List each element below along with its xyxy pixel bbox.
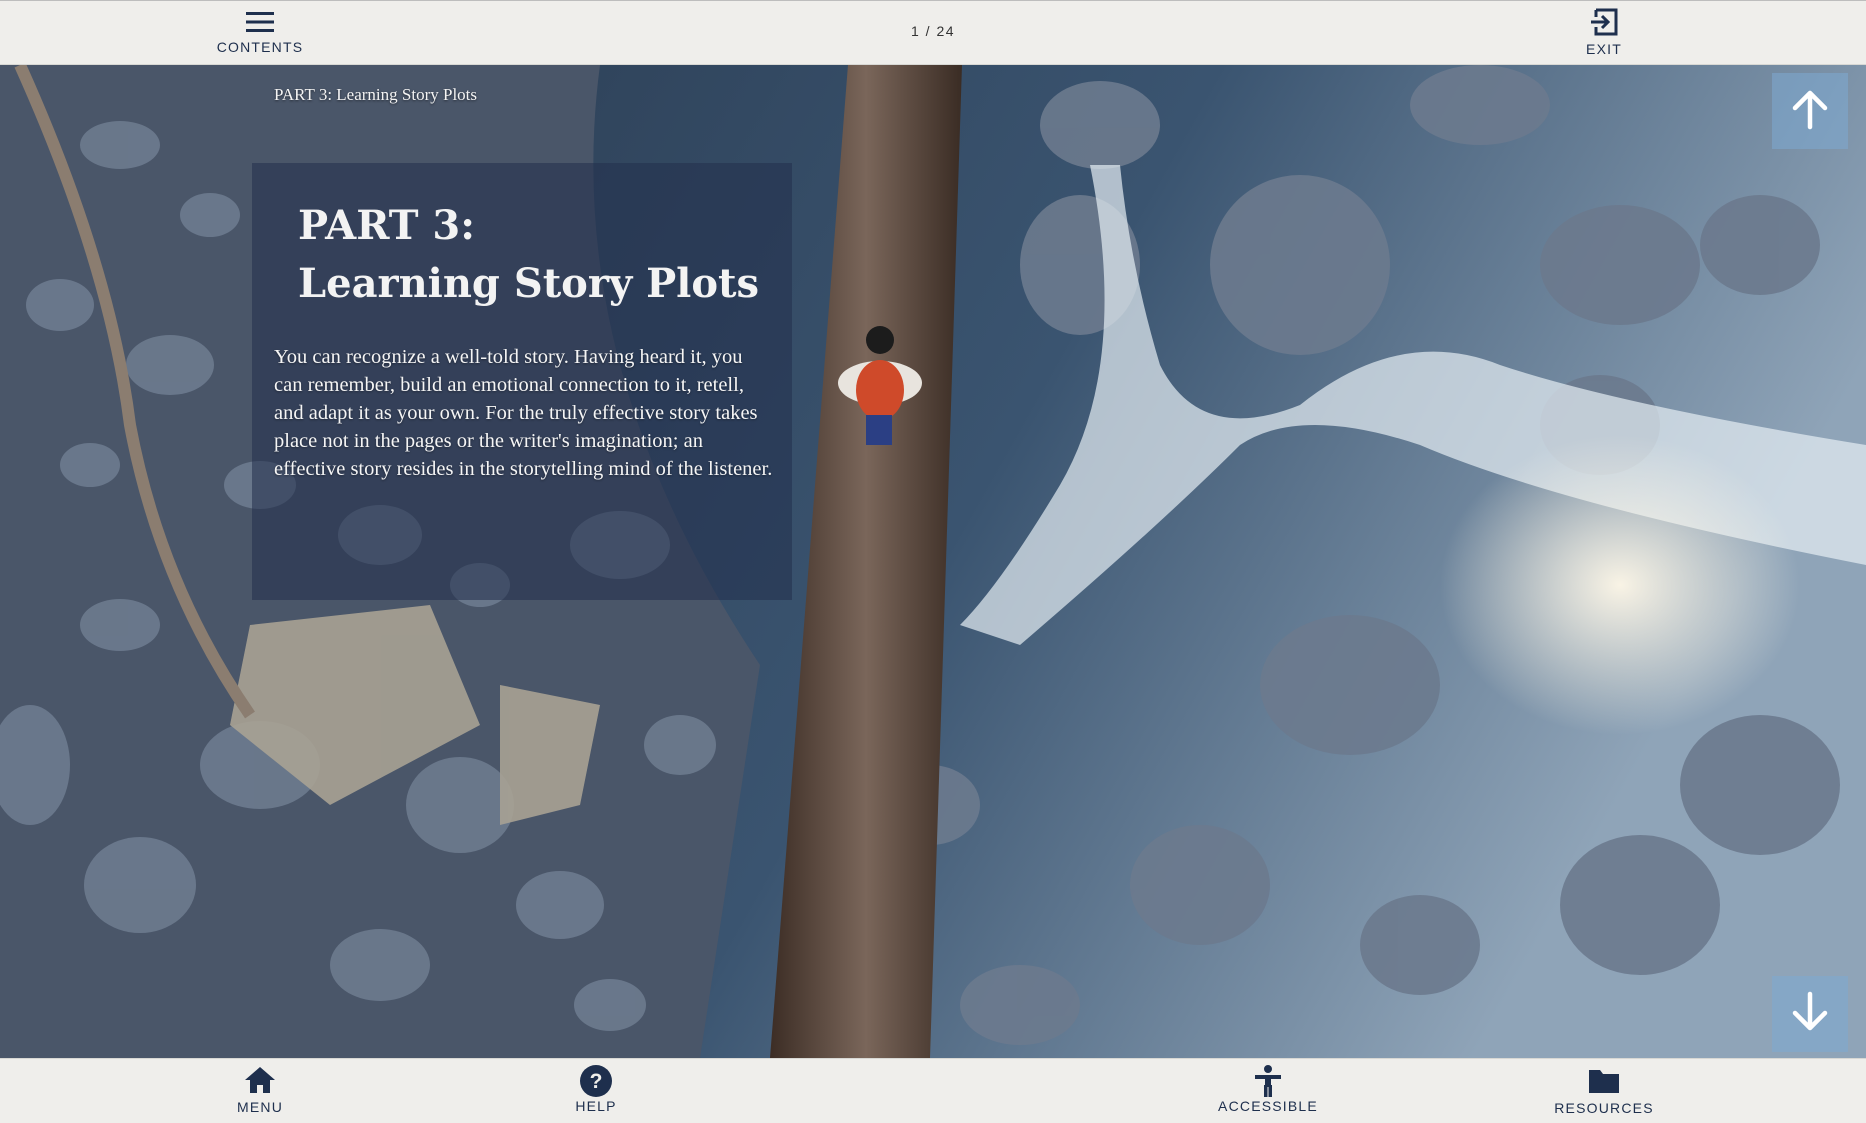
slide-hero: PART 3: Learning Story Plots PART 3: Lea… xyxy=(0,65,1866,1058)
scroll-up-button[interactable] xyxy=(1772,73,1848,149)
exit-button[interactable]: EXIT xyxy=(1544,7,1664,57)
folder-icon xyxy=(1587,1066,1621,1096)
slide-body-text: You can recognize a well-told story. Hav… xyxy=(274,346,773,480)
top-nav-bar: CONTENTS 1 / 24 EXIT xyxy=(0,0,1866,65)
exit-icon xyxy=(1588,7,1620,37)
resources-label: RESOURCES xyxy=(1554,1100,1654,1116)
hamburger-icon xyxy=(244,9,276,35)
page-counter: 1 / 24 xyxy=(910,23,956,39)
bottom-nav-bar: MENU ? HELP ACCESSIBLE RESOURCES xyxy=(0,1058,1866,1123)
help-label: HELP xyxy=(575,1098,617,1114)
help-circle-icon: ? xyxy=(579,1064,613,1098)
slide-title-line2: Learning Story Plots xyxy=(298,260,760,307)
accessible-button[interactable]: ACCESSIBLE xyxy=(1208,1064,1328,1114)
menu-label: MENU xyxy=(236,1099,284,1115)
exit-label: EXIT xyxy=(1586,41,1622,57)
accessibility-icon xyxy=(1252,1064,1284,1098)
home-icon xyxy=(243,1065,277,1095)
menu-button[interactable]: MENU xyxy=(200,1065,320,1115)
contents-label: CONTENTS xyxy=(216,39,304,55)
svg-text:?: ? xyxy=(590,1070,603,1093)
accessible-label: ACCESSIBLE xyxy=(1218,1098,1318,1114)
help-button[interactable]: ? HELP xyxy=(536,1064,656,1114)
breadcrumb: PART 3: Learning Story Plots xyxy=(274,85,478,104)
resources-button[interactable]: RESOURCES xyxy=(1544,1066,1664,1116)
arrow-down-icon xyxy=(1790,990,1830,1039)
contents-button[interactable]: CONTENTS xyxy=(200,9,320,55)
slide-title: PART 3: Learning Story Plots xyxy=(298,197,778,313)
slide-title-line1: PART 3: xyxy=(298,202,476,249)
arrow-up-icon xyxy=(1790,87,1830,136)
scroll-down-button[interactable] xyxy=(1772,976,1848,1052)
